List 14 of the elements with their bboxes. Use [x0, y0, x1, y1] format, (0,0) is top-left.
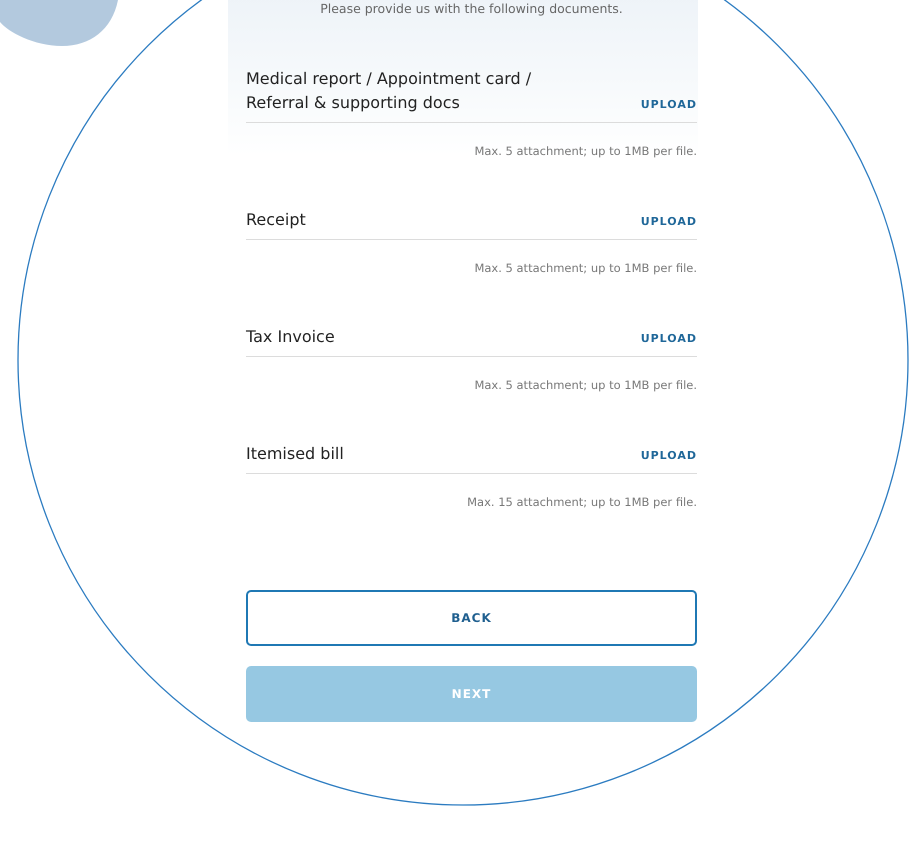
upload-link[interactable]: UPLOAD [640, 98, 697, 115]
document-label: Tax Invoice [246, 326, 335, 348]
document-label: Medical report / Appointment card / Referral & supporting docs [246, 68, 532, 114]
attachment-hint: Max. 5 attachment; up to 1MB per file. [474, 144, 697, 158]
back-button[interactable]: BACK [246, 590, 697, 646]
attachment-hint: Max. 5 attachment; up to 1MB per file. [474, 261, 697, 275]
attachment-hint: Max. 15 attachment; up to 1MB per file. [467, 495, 697, 509]
attachment-hint: Max. 5 attachment; up to 1MB per file. [474, 378, 697, 392]
upload-link[interactable]: UPLOAD [640, 332, 697, 349]
upload-link[interactable]: UPLOAD [640, 449, 697, 466]
document-label: Itemised bill [246, 443, 344, 465]
upload-link[interactable]: UPLOAD [640, 215, 697, 232]
document-label: Receipt [246, 209, 306, 231]
instructions-text: Please provide us with the following documents. [319, 0, 624, 18]
